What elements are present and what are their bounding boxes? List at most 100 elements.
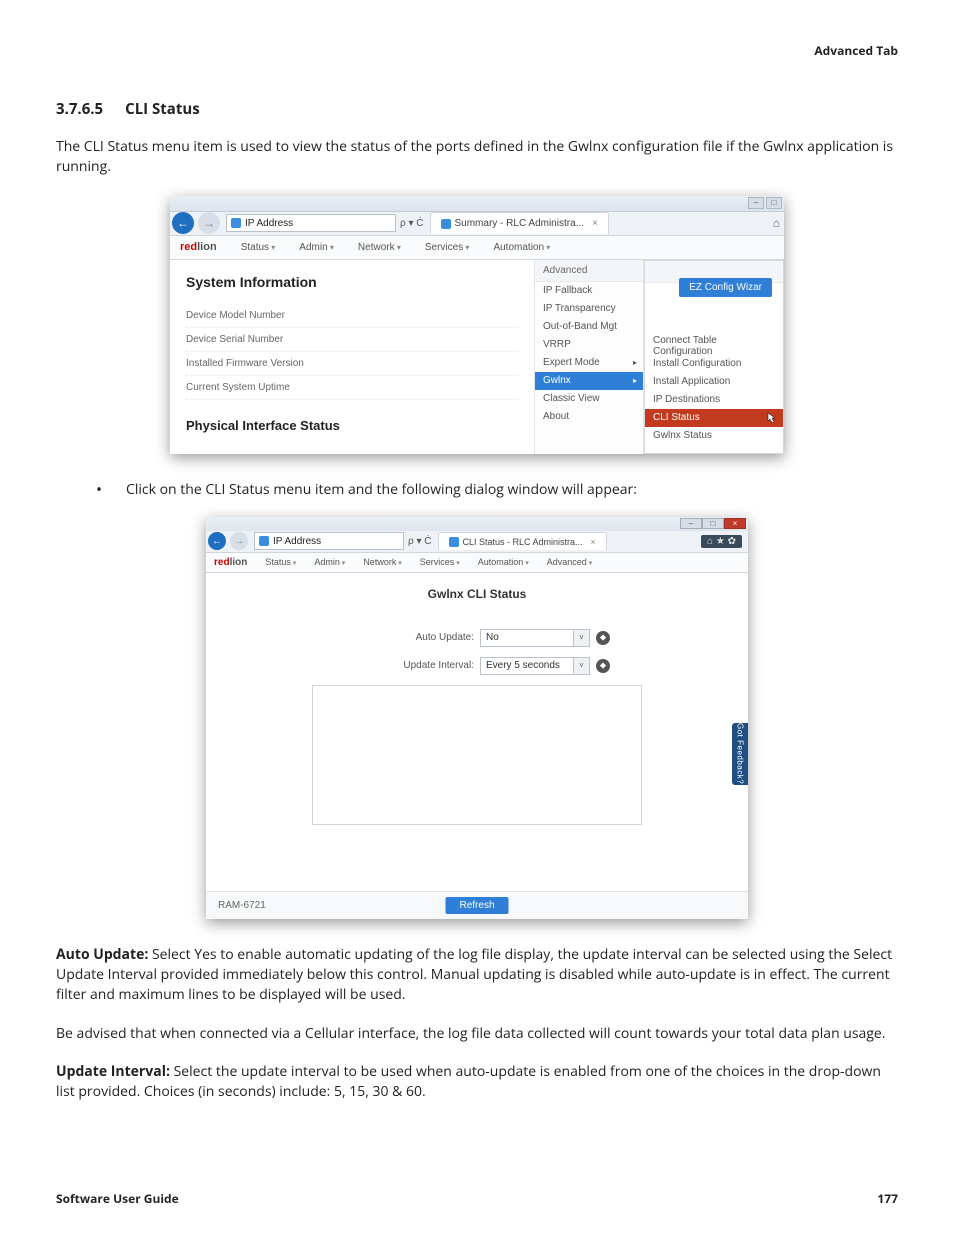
para-auto-update-text: Select Yes to enable automatic updating … bbox=[56, 945, 892, 1005]
figure-cli-status: – □ × ← → IP Address ρ ▾ Ċ CLI Status - … bbox=[206, 517, 748, 919]
browser-tab[interactable]: CLI Status - RLC Administra... × bbox=[438, 532, 607, 550]
browser-tab[interactable]: Summary - RLC Administra... × bbox=[430, 212, 609, 234]
dd-classic-view[interactable]: Classic View bbox=[535, 390, 643, 408]
window-close-icon[interactable]: × bbox=[724, 518, 746, 529]
brand-logo: redlion bbox=[214, 557, 247, 568]
chevron-right-icon: ▸ bbox=[633, 358, 637, 367]
address-text: IP Address bbox=[245, 218, 293, 229]
menu-services[interactable]: Services bbox=[420, 557, 460, 567]
menu-advanced[interactable]: Advanced bbox=[547, 557, 593, 567]
chevron-down-icon: ˅ bbox=[573, 630, 589, 646]
bullet-dot: • bbox=[96, 480, 102, 499]
menu-admin[interactable]: Admin bbox=[314, 557, 345, 567]
log-output-box bbox=[312, 685, 642, 825]
dd-gwlnx[interactable]: Gwlnx▸ bbox=[535, 372, 643, 390]
sub-gwlnx-status[interactable]: Gwlnx Status bbox=[645, 427, 783, 445]
section-title: CLI Status bbox=[125, 99, 200, 119]
address-bar[interactable]: IP Address bbox=[254, 532, 404, 550]
back-button[interactable]: ← bbox=[208, 532, 226, 550]
ie-icon bbox=[449, 537, 459, 547]
device-model-label: RAM-6721 bbox=[218, 900, 266, 911]
feedback-tab[interactable]: Got Feedback? bbox=[732, 723, 748, 785]
row-device-serial: Device Serial Number bbox=[186, 328, 518, 352]
ie-icon bbox=[441, 219, 451, 229]
row-device-model: Device Model Number bbox=[186, 304, 518, 328]
row-firmware: Installed Firmware Version bbox=[186, 352, 518, 376]
menu-status[interactable]: Status bbox=[241, 242, 276, 253]
sub-ip-destinations[interactable]: IP Destinations bbox=[645, 391, 783, 409]
window-max-icon[interactable]: □ bbox=[702, 518, 724, 529]
bullet-instruction: • Click on the CLI Status menu item and … bbox=[96, 480, 898, 499]
close-tab-icon[interactable]: × bbox=[591, 537, 596, 547]
window-min-icon[interactable]: – bbox=[680, 518, 702, 529]
window-titlebar: –□ bbox=[170, 196, 784, 212]
row-update-interval: Update Interval: Every 5 seconds ˅ ⬥ bbox=[220, 657, 734, 675]
ez-config-wizard-button[interactable]: EZ Config Wizar bbox=[679, 278, 772, 297]
ie-icon bbox=[231, 218, 241, 228]
forward-button[interactable]: → bbox=[198, 212, 220, 234]
dd-out-of-band[interactable]: Out-of-Band Mgt bbox=[535, 318, 643, 336]
browser-toolbar: ← → IP Address ρ ▾ Ċ Summary - RLC Admin… bbox=[170, 212, 784, 236]
dd-expert-mode[interactable]: Expert Mode▸ bbox=[535, 354, 643, 372]
refresh-button[interactable]: Refresh bbox=[445, 897, 508, 914]
footer-left: Software User Guide bbox=[56, 1190, 179, 1207]
intro-paragraph: The CLI Status menu item is used to view… bbox=[56, 137, 898, 178]
ie-icon bbox=[259, 536, 269, 546]
dialog-title: Gwlnx CLI Status bbox=[220, 587, 734, 601]
dd-ip-fallback[interactable]: IP Fallback bbox=[535, 282, 643, 300]
menu-admin[interactable]: Admin bbox=[299, 242, 334, 253]
system-info-heading: System Information bbox=[186, 274, 518, 290]
cursor-icon bbox=[767, 412, 779, 424]
para-auto-update-label: Auto Update: bbox=[56, 945, 148, 964]
main-content-left: System Information Device Model Number D… bbox=[170, 260, 534, 454]
menu-network[interactable]: Network bbox=[358, 242, 401, 253]
forward-button[interactable]: → bbox=[230, 532, 248, 550]
window-min-icon[interactable]: – bbox=[748, 197, 764, 209]
app-menubar: redlion Status Admin Network Services Au… bbox=[170, 236, 784, 260]
menu-status[interactable]: Status bbox=[265, 557, 296, 567]
tab-title: CLI Status - RLC Administra... bbox=[463, 537, 583, 547]
toolbar-icons-right[interactable]: ⌂ ★ ✿ bbox=[701, 535, 742, 548]
dd-ip-transparency[interactable]: IP Transparency bbox=[535, 300, 643, 318]
page-header-right: Advanced Tab bbox=[56, 42, 898, 59]
section-number: 3.7.6.5 bbox=[56, 99, 103, 119]
sub-install-app[interactable]: Install Application bbox=[645, 373, 783, 391]
address-text: IP Address bbox=[273, 536, 321, 547]
menu-network[interactable]: Network bbox=[363, 557, 401, 567]
address-tools[interactable]: ρ ▾ Ċ bbox=[400, 218, 424, 229]
window-max-icon[interactable]: □ bbox=[766, 197, 782, 209]
auto-update-select[interactable]: No ˅ bbox=[480, 629, 590, 647]
physical-interface-heading: Physical Interface Status bbox=[186, 418, 518, 433]
address-bar[interactable]: IP Address bbox=[226, 214, 396, 232]
chevron-right-icon: ▸ bbox=[633, 376, 637, 385]
update-interval-select[interactable]: Every 5 seconds ˅ bbox=[480, 657, 590, 675]
auto-update-value: No bbox=[486, 632, 499, 643]
help-icon[interactable]: ⬥ bbox=[596, 631, 610, 645]
app-menubar: redlion Status Admin Network Services Au… bbox=[206, 553, 748, 573]
address-tools[interactable]: ρ ▾ Ċ bbox=[408, 536, 432, 547]
sub-cli-status[interactable]: CLI Status bbox=[645, 409, 783, 427]
figure-system-info: –□ ← → IP Address ρ ▾ Ċ Summary - RLC Ad… bbox=[170, 196, 784, 454]
dd-vrrp[interactable]: VRRP bbox=[535, 336, 643, 354]
menu-automation[interactable]: Automation bbox=[478, 557, 529, 567]
dd-about[interactable]: About bbox=[535, 408, 643, 426]
update-interval-value: Every 5 seconds bbox=[486, 660, 560, 671]
advanced-dropdown: Advanced IP Fallback IP Transparency Out… bbox=[534, 260, 644, 454]
home-icon[interactable]: ⌂ bbox=[773, 216, 780, 230]
browser-toolbar: ← → IP Address ρ ▾ Ċ CLI Status - RLC Ad… bbox=[206, 531, 748, 553]
chevron-down-icon: ˅ bbox=[573, 658, 589, 674]
update-interval-label: Update Interval: bbox=[344, 660, 474, 671]
sub-install-config[interactable]: Install Configuration bbox=[645, 355, 783, 373]
menu-advanced[interactable]: Advanced bbox=[535, 260, 643, 282]
dialog-body: Gwlnx CLI Status Auto Update: No ˅ ⬥ Upd… bbox=[206, 573, 748, 891]
menu-services[interactable]: Services bbox=[425, 242, 470, 253]
bullet-text: Click on the CLI Status menu item and th… bbox=[126, 480, 637, 499]
dialog-footer: RAM-6721 Refresh bbox=[206, 891, 748, 919]
help-icon[interactable]: ⬥ bbox=[596, 659, 610, 673]
back-button[interactable]: ← bbox=[172, 212, 194, 234]
sub-connect-table[interactable]: Connect Table Configuration bbox=[645, 337, 783, 355]
close-tab-icon[interactable]: × bbox=[592, 218, 598, 229]
menu-automation[interactable]: Automation bbox=[493, 242, 550, 253]
brand-logo: redlion bbox=[180, 241, 217, 253]
footer-page-number: 177 bbox=[877, 1190, 898, 1207]
